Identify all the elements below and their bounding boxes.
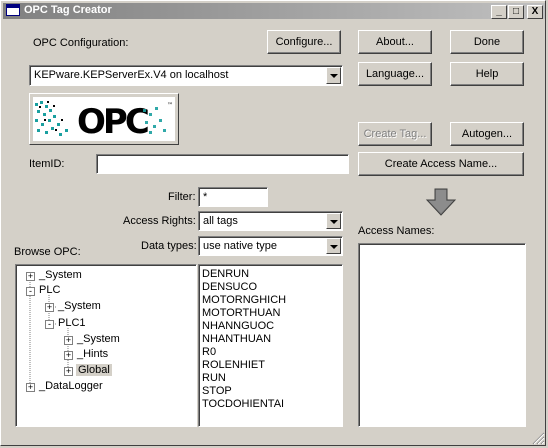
- arrow-down-icon: [425, 188, 457, 216]
- access-names-label: Access Names:: [358, 225, 435, 237]
- svg-text:™: ™: [167, 102, 173, 109]
- tree-node-label: _System: [77, 333, 120, 345]
- window-app-icon: [6, 4, 20, 16]
- list-item[interactable]: MOTORNGHICH: [202, 294, 286, 306]
- chevron-down-icon[interactable]: [326, 213, 341, 229]
- done-button[interactable]: Done: [450, 30, 524, 54]
- maximize-button[interactable]: □: [508, 5, 524, 19]
- expand-plus-icon[interactable]: +: [64, 351, 73, 360]
- expand-plus-icon[interactable]: +: [26, 272, 35, 281]
- list-item[interactable]: NHANTHUAN: [202, 333, 271, 345]
- about-button[interactable]: About...: [358, 30, 432, 54]
- access-names-list[interactable]: [358, 243, 526, 427]
- list-item[interactable]: DENRUN: [202, 268, 249, 280]
- resize-grip-icon[interactable]: [531, 431, 545, 445]
- opc-logo-text: OPC: [77, 102, 148, 142]
- list-item[interactable]: NHANNGUOC: [202, 320, 274, 332]
- filter-input[interactable]: *: [198, 187, 268, 207]
- access-rights-label: Access Rights:: [123, 215, 196, 227]
- access-rights-select[interactable]: all tags: [198, 211, 343, 231]
- autogen-button[interactable]: Autogen...: [450, 122, 524, 146]
- opc-server-value: KEPware.KEPServerEx.V4 on localhost: [34, 69, 229, 81]
- tree-node-label: _System: [58, 300, 101, 312]
- chevron-down-icon[interactable]: [326, 238, 341, 254]
- opc-logo: OPC ™: [29, 93, 179, 145]
- tree-node-label: PLC: [39, 284, 61, 296]
- browse-opc-label: Browse OPC:: [14, 246, 81, 258]
- data-types-label: Data types:: [141, 240, 197, 252]
- list-item[interactable]: MOTORTHUAN: [202, 307, 280, 319]
- opc-configuration-label: OPC Configuration:: [33, 37, 129, 49]
- language-button[interactable]: Language...: [358, 62, 432, 86]
- close-button[interactable]: X: [527, 5, 543, 19]
- title-bar: OPC Tag Creator _ □ X: [3, 3, 545, 19]
- expand-plus-icon[interactable]: +: [64, 367, 73, 376]
- list-item[interactable]: DENSUCO: [202, 281, 257, 293]
- expand-plus-icon[interactable]: +: [45, 303, 54, 312]
- list-item[interactable]: ROLENHIET: [202, 359, 265, 371]
- filter-label: Filter:: [168, 191, 196, 203]
- expand-plus-icon[interactable]: +: [64, 336, 73, 345]
- list-item[interactable]: STOP: [202, 385, 232, 397]
- create-tag-button[interactable]: Create Tag...: [358, 122, 432, 146]
- chevron-down-icon[interactable]: [326, 67, 341, 84]
- browse-opc-tree[interactable]: + _System - PLC + _System - PLC1 + _Syst…: [15, 264, 197, 427]
- itemid-input[interactable]: [96, 154, 349, 174]
- collapse-minus-icon[interactable]: -: [26, 287, 35, 296]
- window-title: OPC Tag Creator: [24, 4, 112, 16]
- tree-node-label: PLC1: [58, 317, 86, 329]
- tag-list[interactable]: DENRUN DENSUCO MOTORNGHICH MOTORTHUAN NH…: [198, 264, 343, 427]
- minimize-button[interactable]: _: [491, 5, 507, 19]
- opc-server-select[interactable]: KEPware.KEPServerEx.V4 on localhost: [29, 65, 343, 86]
- list-item[interactable]: R0: [202, 346, 216, 358]
- tree-node-label: _DataLogger: [39, 380, 103, 392]
- create-access-name-button[interactable]: Create Access Name...: [358, 152, 524, 176]
- filter-value: *: [203, 191, 208, 203]
- data-types-value: use native type: [203, 240, 277, 252]
- tree-node-label: _System: [39, 269, 82, 281]
- help-button[interactable]: Help: [450, 62, 524, 86]
- access-rights-value: all tags: [203, 215, 238, 227]
- tree-node-label: _Hints: [77, 348, 109, 360]
- data-types-select[interactable]: use native type: [198, 236, 343, 256]
- expand-plus-icon[interactable]: +: [26, 383, 35, 392]
- configure-button[interactable]: Configure...: [267, 30, 341, 54]
- collapse-minus-icon[interactable]: -: [45, 320, 54, 329]
- itemid-label: ItemID:: [29, 158, 65, 170]
- opc-tag-creator-window: OPC Tag Creator _ □ X OPC Configuration:…: [0, 0, 546, 446]
- list-item[interactable]: TOCDOHIENTAI: [202, 398, 284, 410]
- opc-logo-graphic: OPC ™: [33, 97, 175, 142]
- list-item[interactable]: RUN: [202, 372, 226, 384]
- tree-node-label: Global: [76, 364, 112, 376]
